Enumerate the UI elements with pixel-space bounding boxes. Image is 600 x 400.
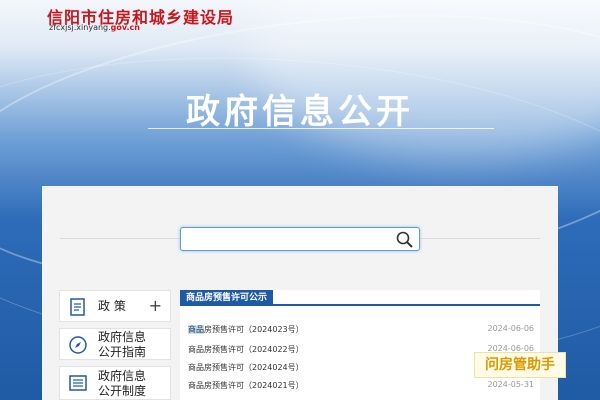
site-domain: zfcxjsj.xinyang.gov.cn [49,23,140,32]
list-item[interactable]: 商品房预售许可（2024021号） 2024-05-31 [188,380,534,394]
sidebar-item-system[interactable]: 政府信息 公开制度 [59,366,171,400]
sidebar-item-policy[interactable]: 政 策 + [59,290,171,322]
expand-plus-icon[interactable]: + [149,296,162,315]
list-item-title[interactable]: 商品房预售许可（2024023号） [188,324,304,335]
search-icon[interactable] [395,230,415,250]
list-item[interactable]: 商品房预售许可（2024023号） 2024-06-06 [188,324,534,338]
title-underline [148,128,494,129]
watermark-badge: 问房管助手 [474,352,566,378]
page-title: 政府信息公开 [186,92,414,132]
list-icon [69,375,87,391]
sidebar-item-guide[interactable]: 政府信息 公开指南 [59,328,171,360]
sidebar-item-label: 政 策 [98,299,126,313]
highlight-text: 商品 [188,325,204,334]
compass-icon [69,336,87,354]
sidebar-item-label: 政府信息 [98,330,147,344]
document-icon [70,298,85,316]
sidebar-item-label: 政府信息 [98,369,147,383]
list-item-title[interactable]: 商品房预售许可（2024021号） [188,380,304,391]
search-input[interactable] [181,229,381,251]
sidebar-item-label: 公开制度 [98,384,147,398]
list-item-title[interactable]: 商品房预售许可（2024022号） [188,344,304,355]
search-bar [180,227,420,251]
site-domain-prefix: zfcxjsj.xinyang. [49,23,111,32]
list-item-date: 2024-05-31 [487,380,535,389]
notice-list: 商品房预售许可公示 商品房预售许可（2024023号） 2024-06-06 商… [180,290,540,400]
tab-presale-permit[interactable]: 商品房预售许可公示 [180,290,274,306]
notice-header: 商品房预售许可公示 [180,290,540,306]
list-item-title-rest: 房预售许可（2024023号） [204,325,304,334]
sidebar-item-label: 公开指南 [98,345,147,359]
list-item-date: 2024-06-06 [487,324,535,333]
list-item-title[interactable]: 商品房预售许可（2024024号） [188,362,304,373]
site-domain-suffix: gov.cn [110,23,140,32]
